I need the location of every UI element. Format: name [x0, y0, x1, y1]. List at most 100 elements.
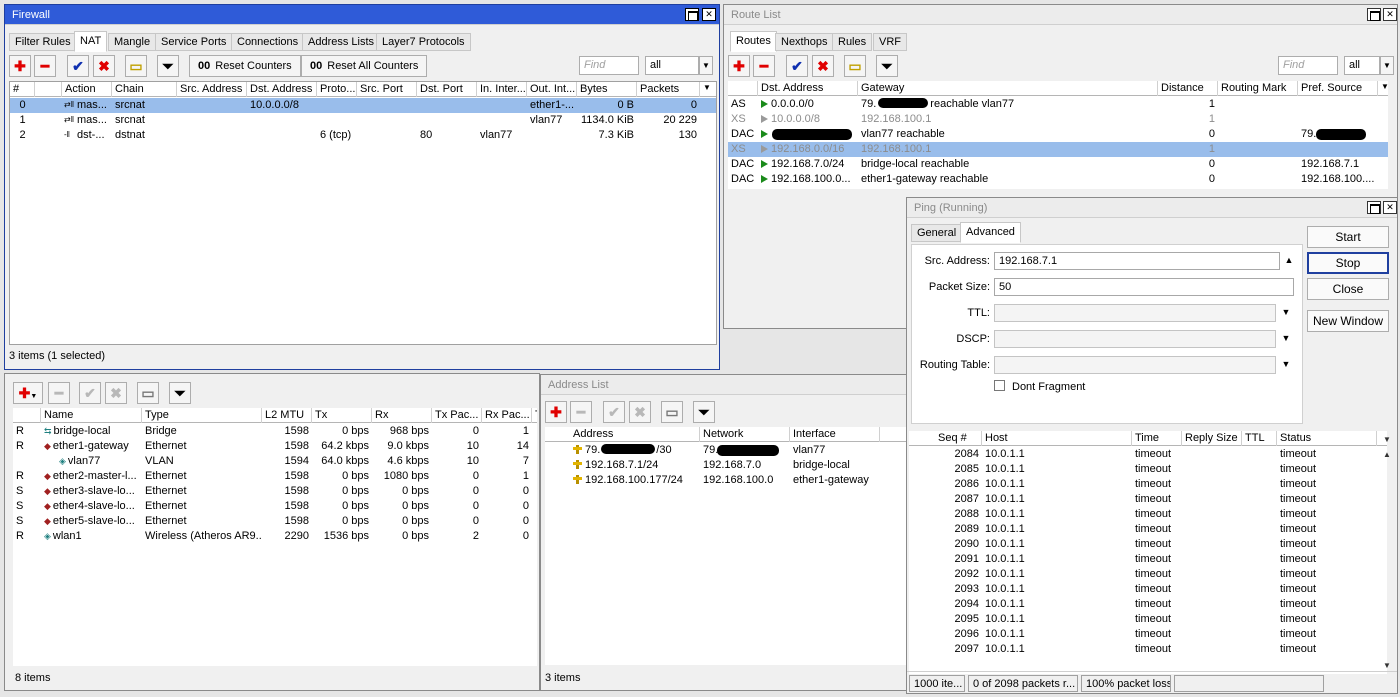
disable-button[interactable]: ✖ [105, 382, 127, 404]
chevron-down-icon[interactable]: ▼ [1380, 56, 1394, 75]
scroll-up-arrow[interactable]: ▲ [1381, 449, 1393, 461]
col-in-interface[interactable]: In. Inter... [477, 82, 527, 97]
table-row[interactable]: ◈ vlan77 VLAN 1594 64.0 kbps 4.6 kbps 10 7 [13, 454, 537, 469]
search-input[interactable]: Find [1278, 56, 1338, 75]
filter-button[interactable]: ⏷ [157, 55, 179, 77]
add-button[interactable]: ✚▼ [13, 382, 43, 404]
enable-button[interactable]: ✔ [67, 55, 89, 77]
table-row[interactable]: DAC 192.168.100.0... ether1-gateway reacha… [728, 172, 1388, 187]
table-row[interactable]: 2096 10.0.1.1 timeout timeout [909, 627, 1387, 642]
add-button[interactable]: ✚ [545, 401, 567, 423]
col-distance[interactable]: Distance [1158, 81, 1218, 96]
tab-nat[interactable]: NAT [74, 31, 108, 52]
enable-button[interactable]: ✔ [79, 382, 101, 404]
table-row[interactable]: 2084 10.0.1.1 timeout timeout [909, 447, 1387, 462]
maximize-icon[interactable] [685, 8, 699, 21]
start-button[interactable]: Start [1307, 226, 1389, 248]
chevron-down-icon[interactable]: ▼ [1378, 81, 1388, 96]
tab-vrf[interactable]: VRF [873, 33, 907, 51]
col-reply-size[interactable]: Reply Size [1182, 431, 1242, 446]
col-gateway[interactable]: Gateway [858, 81, 1158, 96]
col-ttl[interactable]: TTL [1242, 431, 1277, 446]
col-name[interactable]: Name [41, 408, 142, 423]
chevron-down-icon[interactable]: ▼ [699, 56, 713, 75]
table-row[interactable]: 192.168.100.177/24 192.168.100.0 ether1-ga… [545, 473, 907, 488]
chevron-up-icon[interactable]: ▲ [1284, 255, 1294, 265]
col-pref-source[interactable]: Pref. Source [1298, 81, 1378, 96]
filter-button[interactable]: ⏷ [876, 55, 898, 77]
col-interface[interactable]: Interface [790, 427, 880, 442]
col-network[interactable]: Network [700, 427, 790, 442]
tab-nexthops[interactable]: Nexthops [775, 33, 834, 51]
reset-counters-button[interactable]: 00 Reset Counters [189, 55, 301, 77]
filter-button[interactable]: ⏷ [693, 401, 715, 423]
reset-all-counters-button[interactable]: 00 Reset All Counters [301, 55, 428, 77]
search-input[interactable]: Find [579, 56, 639, 75]
table-row[interactable]: AS 0.0.0.0/0 79. reachable vlan77 1 [728, 97, 1388, 112]
remove-button[interactable]: ━ [753, 55, 775, 77]
col-dst-address[interactable]: Dst. Address [758, 81, 858, 96]
tab-connections[interactable]: Connections [231, 33, 305, 51]
comment-button[interactable]: ▭ [137, 382, 159, 404]
firewall-titlebar[interactable]: Firewall ✕ [5, 5, 719, 25]
table-row[interactable]: 2092 10.0.1.1 timeout timeout [909, 567, 1387, 582]
col-flag[interactable] [35, 82, 62, 97]
col-chain[interactable]: Chain [112, 82, 177, 97]
ttl-field[interactable] [994, 304, 1276, 322]
tab-rules[interactable]: Rules [832, 33, 873, 51]
add-button[interactable]: ✚ [728, 55, 750, 77]
table-row[interactable]: 2097 10.0.1.1 timeout timeout [909, 642, 1387, 657]
table-row[interactable]: DAC vlan77 reachable 0 79. [728, 127, 1388, 142]
col-rx[interactable]: Rx [372, 408, 432, 423]
table-row[interactable]: 2085 10.0.1.1 timeout timeout [909, 462, 1387, 477]
packet-size-field[interactable]: 50 [994, 278, 1294, 296]
comment-button[interactable]: ▭ [661, 401, 683, 423]
stop-button[interactable]: Stop [1307, 252, 1389, 274]
address-list-titlebar[interactable]: Address List [541, 375, 909, 395]
col-out-interface[interactable]: Out. Int... [527, 82, 577, 97]
tab-service-ports[interactable]: Service Ports [155, 33, 233, 51]
chevron-down-icon[interactable]: ▼ [1381, 434, 1393, 446]
tab-general[interactable]: General [911, 224, 963, 242]
table-row[interactable]: 2 -‖ dst-... dstnat 6 (tcp) 80 vlan77 7.3 KiB 13… [10, 128, 716, 143]
col-host[interactable]: Host [982, 431, 1132, 446]
col-dst-port[interactable]: Dst. Port [417, 82, 477, 97]
table-row[interactable]: 192.168.7.1/24 192.168.7.0 bridge-local [545, 458, 907, 473]
ping-titlebar[interactable]: Ping (Running) ✕ [907, 198, 1397, 218]
table-row[interactable]: 1 ⇄‖ mas... srcnat vlan77 1134.0 KiB 20 229 [10, 113, 716, 128]
close-icon[interactable]: ✕ [1383, 8, 1397, 21]
new-window-button[interactable]: New Window [1307, 310, 1389, 332]
remove-button[interactable]: ━ [570, 401, 592, 423]
table-row[interactable]: 2094 10.0.1.1 timeout timeout [909, 597, 1387, 612]
disable-button[interactable]: ✖ [629, 401, 651, 423]
table-row[interactable]: R ◆ ether1-gateway Ethernet 1598 64.2 kbps 9.0… [13, 439, 537, 454]
route-list-titlebar[interactable]: Route List ✕ [724, 5, 1397, 25]
add-button[interactable]: ✚ [9, 55, 31, 77]
col-flags[interactable] [728, 81, 758, 96]
col-tx[interactable]: Tx [312, 408, 372, 423]
col-l2-mtu[interactable]: L2 MTU [262, 408, 312, 423]
table-row[interactable]: S ◆ ether3-slave-lo... Ethernet 1598 0 bps 0 b… [13, 484, 537, 499]
col-routing-mark[interactable]: Routing Mark [1218, 81, 1298, 96]
dscp-field[interactable] [994, 330, 1276, 348]
col-action[interactable]: Action [62, 82, 112, 97]
remove-button[interactable]: ━ [48, 382, 70, 404]
table-row[interactable]: 2087 10.0.1.1 timeout timeout [909, 492, 1387, 507]
tab-filter-rules[interactable]: Filter Rules [9, 33, 77, 51]
close-button[interactable]: Close [1307, 278, 1389, 300]
src-address-field[interactable]: 192.168.7.1 [994, 252, 1280, 270]
chevron-down-icon[interactable]: ▼ [1281, 359, 1291, 369]
filter-select[interactable]: all [645, 56, 699, 75]
filter-select[interactable]: all [1344, 56, 1380, 75]
maximize-icon[interactable] [1367, 8, 1381, 21]
col-src-address[interactable]: Src. Address [177, 82, 247, 97]
comment-button[interactable]: ▭ [125, 55, 147, 77]
enable-button[interactable]: ✔ [603, 401, 625, 423]
col-src-port[interactable]: Src. Port [357, 82, 417, 97]
tab-layer7-protocols[interactable]: Layer7 Protocols [376, 33, 471, 51]
chevron-down-icon[interactable]: ▼ [700, 82, 716, 97]
tab-advanced[interactable]: Advanced [960, 222, 1021, 243]
chevron-down-icon[interactable]: ▼ [1281, 333, 1291, 343]
table-row[interactable]: XS 192.168.0.0/16 192.168.100.1 1 [728, 142, 1388, 157]
tab-routes[interactable]: Routes [730, 31, 777, 52]
